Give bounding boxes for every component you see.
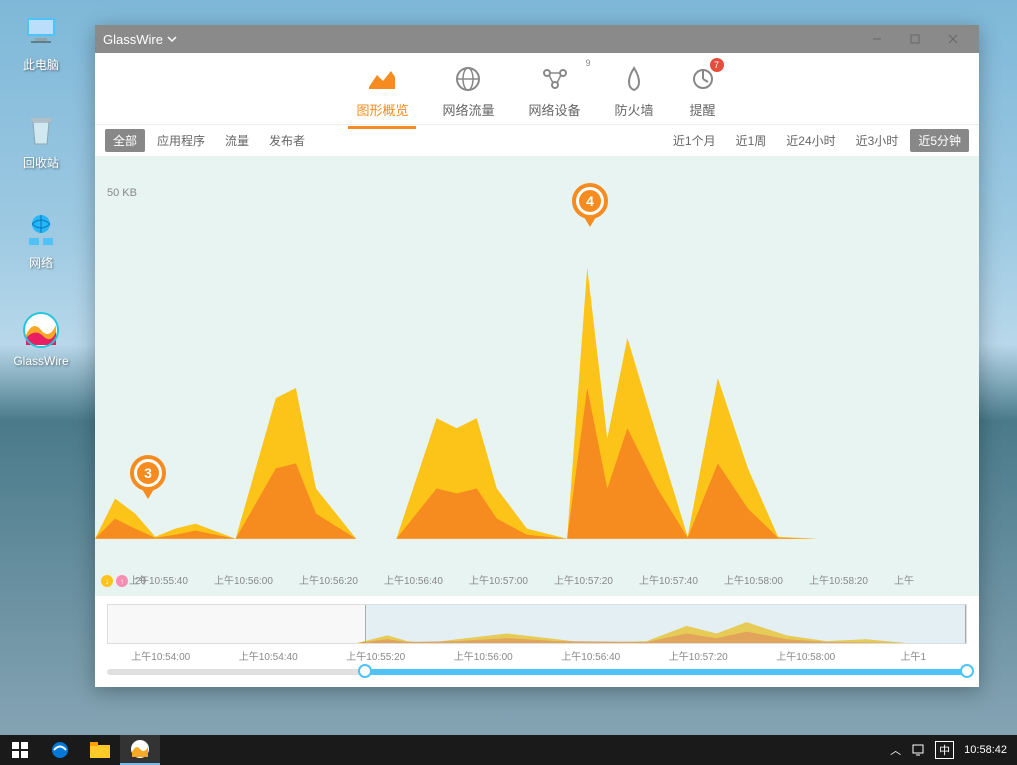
titlebar[interactable]: GlassWire bbox=[95, 25, 979, 53]
nav-tabs: 图形概览 网络流量 网络设备 9 防火墙 提醒 7 bbox=[95, 53, 979, 125]
tray-network-icon[interactable] bbox=[911, 743, 925, 757]
chart-icon bbox=[367, 64, 397, 94]
device-count-badge: 9 bbox=[586, 58, 591, 68]
range-24h[interactable]: 近24小时 bbox=[778, 129, 843, 152]
tab-firewall[interactable]: 防火墙 bbox=[607, 58, 662, 119]
glasswire-window: GlassWire 图形概览 网络流量 网络设备 9 防火墙 提醒 bbox=[95, 25, 979, 687]
range-5min[interactable]: 近5分钟 bbox=[910, 129, 969, 152]
computer-icon bbox=[21, 12, 61, 52]
taskbar: ︿ 中 10:58:42 bbox=[0, 735, 1017, 765]
mini-chart[interactable] bbox=[107, 604, 967, 644]
desktop-icon-network[interactable]: 网络 bbox=[4, 210, 78, 271]
globe-icon bbox=[453, 64, 483, 94]
devices-icon bbox=[540, 64, 570, 94]
start-button[interactable] bbox=[0, 735, 40, 765]
filter-publisher[interactable]: 发布者 bbox=[261, 129, 313, 152]
x-axis-labels: 上午10:55:40上午10:56:00上午10:56:20上午10:56:40… bbox=[95, 572, 979, 587]
range-3h[interactable]: 近3小时 bbox=[848, 129, 907, 152]
filter-traffic[interactable]: 流量 bbox=[217, 129, 257, 152]
taskbar-glasswire[interactable] bbox=[120, 735, 160, 765]
clock[interactable]: 10:58:42 bbox=[964, 744, 1007, 756]
recyclebin-icon bbox=[21, 110, 61, 150]
slider-thumb-end[interactable] bbox=[960, 664, 974, 678]
maximize-button[interactable] bbox=[897, 27, 933, 51]
timeline-slider[interactable] bbox=[107, 669, 967, 675]
range-1month[interactable]: 近1个月 bbox=[665, 129, 724, 152]
desktop-icon-glasswire[interactable]: GlassWire bbox=[4, 310, 78, 368]
filter-bar: 全部 应用程序 流量 发布者 近1个月 近1周 近24小时 近3小时 近5分钟 bbox=[95, 125, 979, 157]
taskbar-edge[interactable] bbox=[40, 735, 80, 765]
mini-timeline: 上午10:54:00上午10:54:40上午10:55:20上午10:56:00… bbox=[95, 595, 979, 687]
tab-graph-overview[interactable]: 图形概览 bbox=[348, 58, 416, 119]
app-menu[interactable]: GlassWire bbox=[103, 32, 177, 47]
slider-thumb-start[interactable] bbox=[358, 664, 372, 678]
firewall-icon bbox=[619, 64, 649, 94]
taskbar-explorer[interactable] bbox=[80, 735, 120, 765]
close-button[interactable] bbox=[935, 27, 971, 51]
event-marker[interactable]: 4 bbox=[572, 183, 608, 227]
chevron-down-icon bbox=[167, 36, 177, 42]
traffic-chart-svg bbox=[95, 157, 979, 539]
filter-all[interactable]: 全部 bbox=[105, 129, 145, 152]
alert-count-badge: 7 bbox=[710, 58, 724, 72]
glasswire-icon bbox=[21, 310, 61, 350]
tab-alerts[interactable]: 提醒 7 bbox=[680, 58, 726, 119]
visible-window[interactable] bbox=[365, 605, 966, 643]
network-icon bbox=[21, 210, 61, 250]
ime-indicator[interactable]: 中 bbox=[935, 741, 954, 759]
minimize-button[interactable] bbox=[859, 27, 895, 51]
filter-apps[interactable]: 应用程序 bbox=[149, 129, 213, 152]
desktop-icon-computer[interactable]: 此电脑 bbox=[4, 12, 78, 73]
tab-network-traffic[interactable]: 网络流量 bbox=[434, 58, 502, 119]
tab-network-devices[interactable]: 网络设备 9 bbox=[521, 58, 589, 119]
desktop-icon-recyclebin[interactable]: 回收站 bbox=[4, 110, 78, 171]
range-1week[interactable]: 近1周 bbox=[728, 129, 775, 152]
event-marker[interactable]: 3 bbox=[130, 455, 166, 499]
main-chart[interactable]: 50 KB 34 ↓ ↑ 20 上午10:55:40上午10:56:00上午10… bbox=[95, 157, 979, 595]
mini-x-labels: 上午10:54:00上午10:54:40上午10:55:20上午10:56:00… bbox=[107, 648, 967, 663]
tray-chevron-icon[interactable]: ︿ bbox=[890, 742, 901, 758]
